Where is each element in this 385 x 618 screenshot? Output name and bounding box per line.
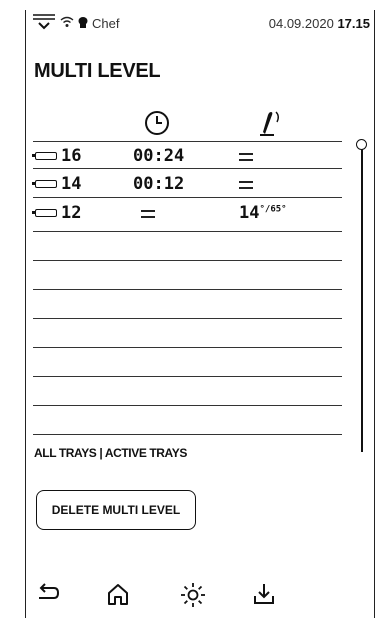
table-divider <box>33 318 342 319</box>
probe-target: °/65° <box>259 204 287 215</box>
row-probe <box>239 174 253 194</box>
table-divider <box>33 168 342 169</box>
tray-icon <box>32 180 57 188</box>
row-time <box>141 203 155 223</box>
tray-filter: ALL TRAYS | ACTIVE TRAYS <box>34 446 187 460</box>
row-probe: 14°/65° <box>239 203 287 223</box>
delete-multi-level-button[interactable]: DELETE MULTI LEVEL <box>36 490 196 530</box>
table-row[interactable]: 12 14°/65° <box>32 203 342 223</box>
core-probe-icon <box>256 108 284 143</box>
user-name: Chef <box>92 15 120 31</box>
table-row[interactable]: 14 00:12 <box>32 174 342 194</box>
time-text: 17.15 <box>337 15 370 31</box>
tray-level: 14 <box>61 174 82 194</box>
page-title: MULTI LEVEL <box>34 60 161 82</box>
datetime: 04.09.2020 17.15 <box>269 16 370 31</box>
tray-level: 12 <box>61 203 82 223</box>
light-icon[interactable] <box>180 582 206 613</box>
date-text: 04.09.2020 <box>268 15 334 31</box>
table-divider <box>33 260 342 261</box>
clock-icon <box>144 110 170 141</box>
download-icon[interactable] <box>252 582 276 611</box>
row-probe <box>239 146 253 166</box>
scrollbar-track[interactable] <box>361 148 363 452</box>
tray-level: 16 <box>61 146 82 166</box>
user-icon <box>78 16 88 31</box>
back-icon[interactable] <box>36 582 60 609</box>
table-divider <box>33 231 342 232</box>
table-divider <box>33 289 342 290</box>
home-icon[interactable] <box>106 582 130 611</box>
tray-icon <box>32 209 57 217</box>
row-time: 00:12 <box>133 174 185 194</box>
table-divider <box>33 376 342 377</box>
filter-separator: | <box>99 446 103 460</box>
empty-value-dash <box>141 210 155 218</box>
scrollbar-thumb[interactable] <box>356 139 367 150</box>
wifi-icon <box>60 16 74 31</box>
filter-all-trays[interactable]: ALL TRAYS <box>34 446 97 460</box>
empty-value-dash <box>239 181 253 189</box>
table-divider <box>33 434 342 435</box>
empty-value-dash <box>239 153 253 161</box>
tray-icon <box>32 152 57 160</box>
table-divider <box>33 197 342 198</box>
status-bar: Chef 04.09.2020 17.15 <box>32 12 370 34</box>
probe-value: 14 <box>239 203 260 223</box>
menu-icon[interactable] <box>32 13 56 34</box>
table-divider <box>33 347 342 348</box>
table-divider <box>33 405 342 406</box>
table-row[interactable]: 16 00:24 <box>32 146 342 166</box>
row-time: 00:24 <box>133 146 185 166</box>
filter-active-trays[interactable]: ACTIVE TRAYS <box>105 446 188 460</box>
table-divider <box>33 141 342 142</box>
